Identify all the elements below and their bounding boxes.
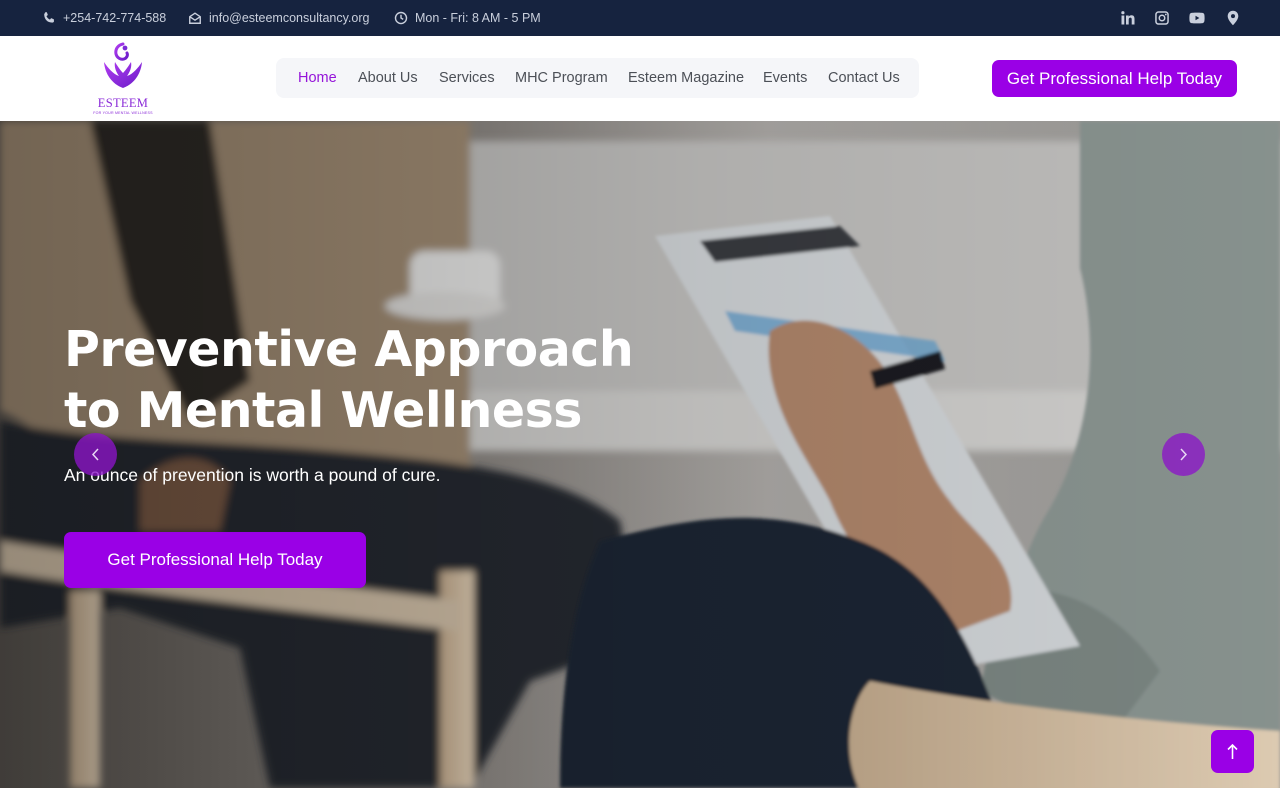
logo-title: ESTEEM <box>97 96 149 110</box>
page-bottom-strip <box>0 788 1280 800</box>
logo-hands-icon <box>104 42 142 88</box>
hero-subtitle: An ounce of prevention is worth a pound … <box>64 465 441 485</box>
nav-esteem-magazine[interactable]: Esteem Magazine <box>628 58 744 98</box>
nav-about-us[interactable]: About Us <box>358 58 418 98</box>
hero-overlay <box>0 121 1280 788</box>
top-info-bar: +254-742-774-588 info@esteemconsultancy.… <box>0 0 1280 36</box>
instagram-link[interactable] <box>1154 0 1170 36</box>
nav-services[interactable]: Services <box>439 58 495 98</box>
chevron-left-icon <box>91 448 99 461</box>
hero-title: Preventive Approach to Mental Wellness <box>64 319 684 441</box>
email-info[interactable]: info@esteemconsultancy.org <box>188 0 369 36</box>
slider-prev-button[interactable] <box>74 433 117 476</box>
office-hours: Mon - Fri: 8 AM - 5 PM <box>415 11 541 25</box>
phone-number: +254-742-774-588 <box>63 11 167 25</box>
chevron-right-icon <box>1180 448 1188 461</box>
back-to-top-button[interactable] <box>1211 730 1254 773</box>
main-header: ESTEEM FOR YOUR MENTAL WELLNESS Home Abo… <box>0 36 1280 121</box>
hero-title-line2: to Mental Wellness <box>64 382 582 439</box>
header-help-button[interactable]: Get Professional Help Today <box>992 60 1237 97</box>
hero-help-button[interactable]: Get Professional Help Today <box>64 532 366 588</box>
clock-icon <box>394 11 408 25</box>
arrow-up-icon <box>1227 743 1238 759</box>
envelope-open-icon <box>189 12 201 24</box>
youtube-icon <box>1189 12 1205 24</box>
hours-info: Mon - Fri: 8 AM - 5 PM <box>394 0 541 36</box>
esteem-logo[interactable]: ESTEEM FOR YOUR MENTAL WELLNESS <box>92 40 154 116</box>
phone-info[interactable]: +254-742-774-588 <box>42 0 166 36</box>
location-link[interactable] <box>1225 0 1241 36</box>
nav-mhc-program[interactable]: MHC Program <box>515 58 608 98</box>
youtube-link[interactable] <box>1189 0 1205 36</box>
phone-icon <box>44 12 54 23</box>
logo-tagline: FOR YOUR MENTAL WELLNESS <box>93 111 153 115</box>
hero-title-line1: Preventive Approach <box>64 321 634 378</box>
nav-events[interactable]: Events <box>763 58 807 98</box>
slider-next-button[interactable] <box>1162 433 1205 476</box>
map-pin-icon <box>1227 10 1239 26</box>
hero-slider: Preventive Approach to Mental Wellness A… <box>0 121 1280 788</box>
linkedin-icon <box>1121 11 1135 25</box>
main-navigation: Home About Us Services MHC Program Estee… <box>276 58 919 98</box>
email-address: info@esteemconsultancy.org <box>209 11 370 25</box>
nav-contact-us[interactable]: Contact Us <box>828 58 900 98</box>
linkedin-link[interactable] <box>1120 0 1136 36</box>
instagram-icon <box>1155 11 1169 25</box>
nav-home[interactable]: Home <box>298 58 337 98</box>
